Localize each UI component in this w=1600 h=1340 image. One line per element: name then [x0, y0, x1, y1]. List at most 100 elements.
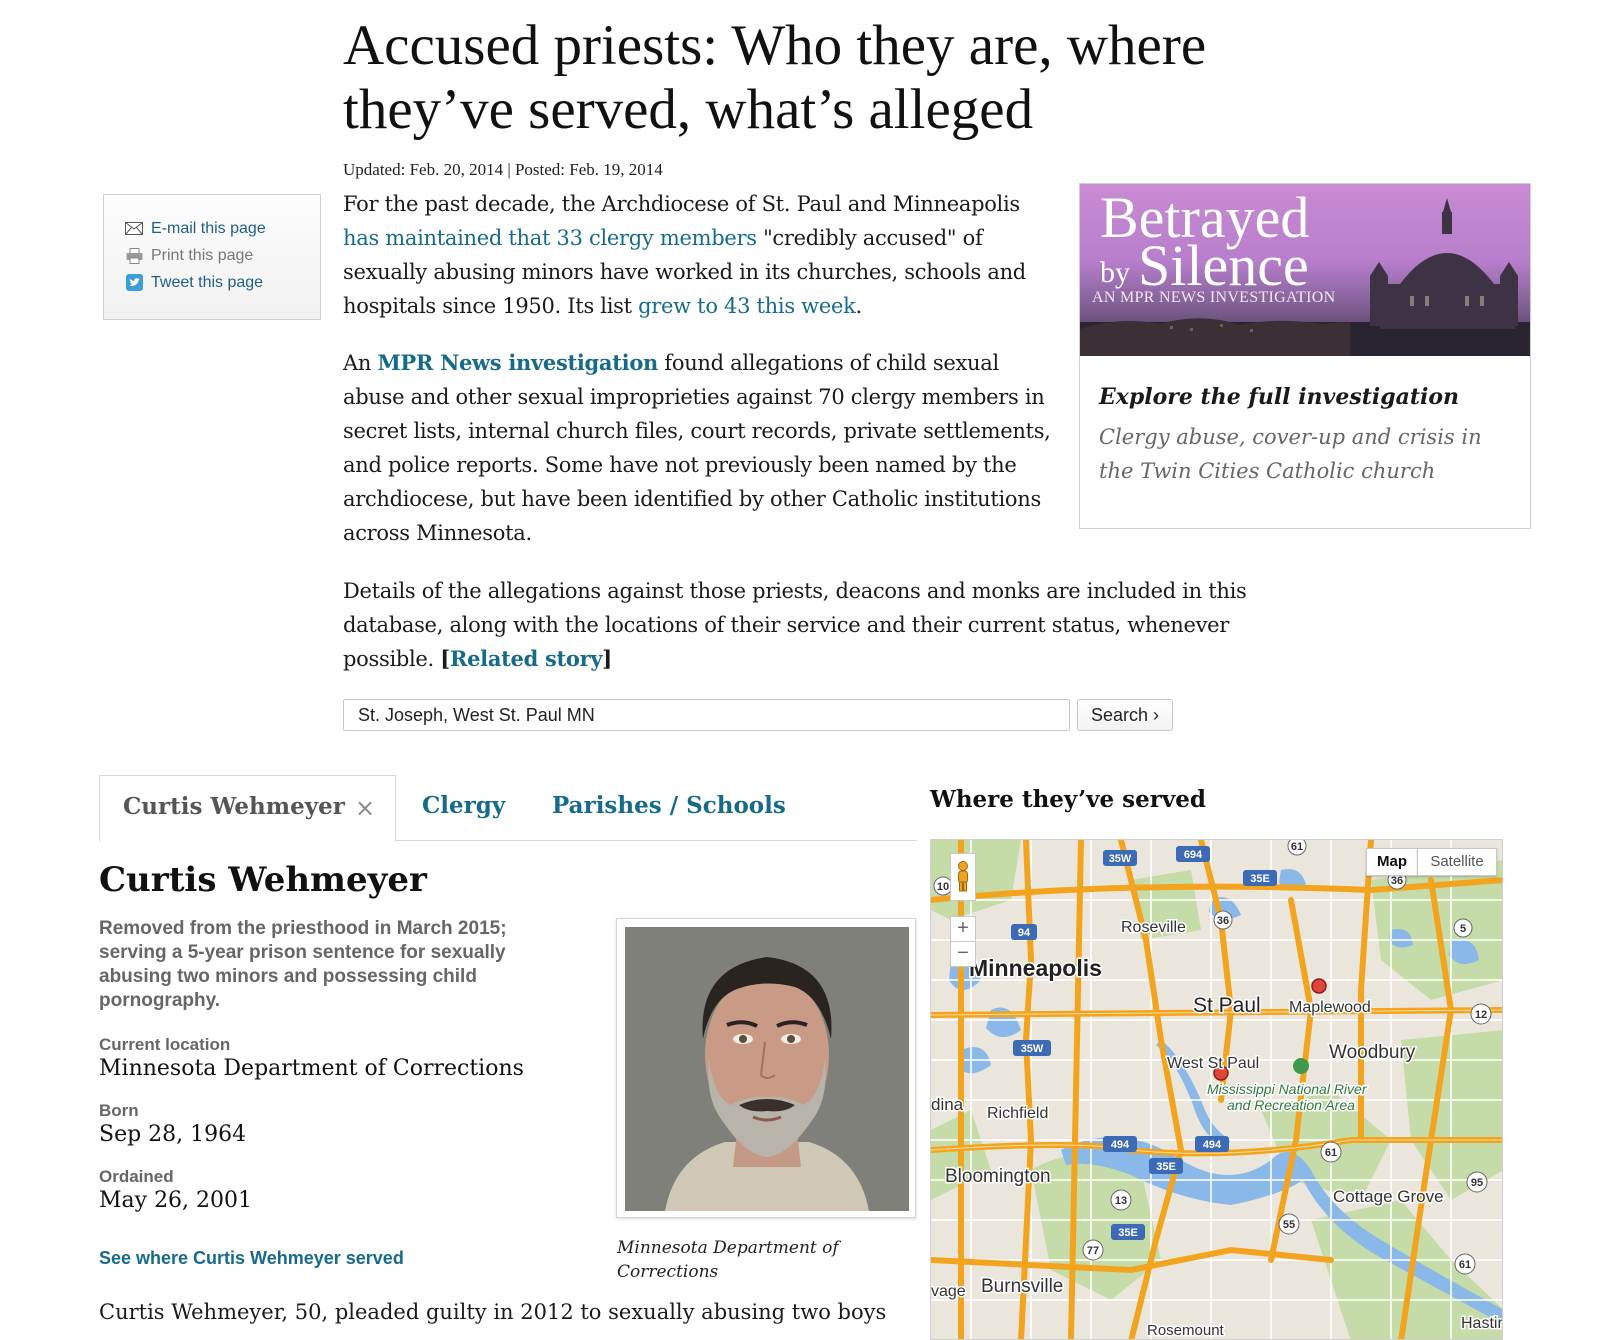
related-story-link[interactable]: Related story: [450, 646, 603, 671]
highway-shield-label: 5: [1460, 923, 1466, 935]
investigation-promo[interactable]: Betrayed by Silence AN MPR NEWS INVESTIG…: [1079, 183, 1531, 529]
service-map[interactable]: 35W 694 35E 94 35W 494 35E 494 35E 61 36…: [930, 839, 1503, 1340]
place-label: Roseville: [1121, 919, 1186, 936]
mpr-investigation-link[interactable]: MPR News investigation: [377, 350, 658, 375]
print-page-link[interactable]: Print this page: [151, 247, 253, 265]
highway-shield-label: 55: [1283, 1219, 1295, 1231]
highway-shield: 94: [1011, 924, 1037, 940]
envelope-icon: [124, 221, 144, 237]
promo-title-by: by: [1100, 256, 1130, 289]
share-box: E-mail this page Print this page Tweet t…: [103, 194, 321, 320]
place-label: Richfield: [987, 1105, 1048, 1122]
highway-shield-label: 61: [1325, 1147, 1337, 1159]
page-headline: Accused priests: Who they are, where the…: [343, 14, 1207, 141]
highway-shield-label: 35E: [1250, 873, 1270, 885]
place-label: Bloomington: [945, 1166, 1051, 1187]
tweet-share-row[interactable]: Tweet this page: [124, 269, 320, 296]
place-label: Burnsville: [981, 1276, 1063, 1297]
highway-shield-label: 35W: [1109, 853, 1132, 865]
photo-caption: Minnesota Department of Corrections: [617, 1238, 839, 1282]
tweet-page-link[interactable]: Tweet this page: [151, 274, 263, 292]
promo-banner[interactable]: Betrayed by Silence AN MPR NEWS INVESTIG…: [1080, 184, 1530, 356]
highway-shield-label: 36: [1217, 915, 1229, 927]
current-location-label: Current location: [99, 1035, 231, 1054]
born-label: Born: [99, 1101, 139, 1120]
bracket: [: [440, 646, 450, 671]
highway-shield-label: 36: [1391, 875, 1403, 887]
highway-shield: 694: [1176, 846, 1210, 862]
highway-shield-label: 35E: [1118, 1227, 1138, 1239]
highway-shield: 61: [1320, 1141, 1342, 1163]
highway-shield: 494: [1195, 1136, 1229, 1152]
place-label: dina: [931, 1095, 964, 1114]
map-view-button[interactable]: Map: [1366, 848, 1418, 876]
map-canvas[interactable]: 35W 694 35E 94 35W 494 35E 494 35E 61 36…: [931, 840, 1503, 1340]
email-page-link[interactable]: E-mail this page: [151, 220, 266, 238]
place-label: Mississippi National River: [1207, 1081, 1368, 1097]
highway-shield: 55: [1278, 1213, 1300, 1235]
ordained-value: May 26, 2001: [99, 1188, 253, 1213]
highway-shield-label: 35E: [1156, 1161, 1176, 1173]
highway-shield-label: 13: [1115, 1195, 1127, 1207]
intro-paragraph-2: An MPR News investigation found allegati…: [343, 346, 1063, 550]
highway-shield: 35E: [1149, 1158, 1183, 1174]
highway-shield: 5: [1453, 918, 1473, 938]
search-input[interactable]: [343, 699, 1070, 731]
map-marker-1[interactable]: [1311, 978, 1327, 994]
highway-shield: 35W: [1013, 1040, 1051, 1056]
person-name: Curtis Wehmeyer: [99, 860, 427, 900]
promo-subtitle: AN MPR NEWS INVESTIGATION: [1092, 289, 1336, 306]
highway-shield: 35E: [1243, 870, 1277, 886]
email-share-row[interactable]: E-mail this page: [124, 215, 320, 242]
highway-shield-label: 94: [1018, 927, 1031, 939]
mugshot-photo: [625, 927, 909, 1211]
highway-shield: 61: [1454, 1253, 1476, 1275]
see-where-served-link[interactable]: See where Curtis Wehmeyer served: [99, 1248, 404, 1269]
current-location-value: Minnesota Department of Corrections: [99, 1056, 524, 1081]
place-label: Minneapolis: [969, 955, 1102, 981]
grew-to-43-link[interactable]: grew to 43 this week: [638, 294, 856, 318]
highway-shield-label: 61: [1291, 841, 1303, 853]
highway-shield: 494: [1103, 1136, 1137, 1152]
photo-frame: [616, 918, 916, 1218]
highway-shield-label: 10: [937, 881, 949, 893]
bracket: ]: [602, 646, 612, 671]
intro-text: For the past decade, the Archdiocese of …: [343, 192, 1020, 216]
map-heading: Where they’ve served: [930, 786, 1206, 813]
place-label: and Recreation Area: [1227, 1097, 1355, 1113]
intro-paragraph-3: Details of the allegations against those…: [343, 574, 1273, 676]
promo-description: Clergy abuse, cover-up and crisis in the…: [1099, 425, 1482, 483]
place-label: Maplewood: [1289, 999, 1371, 1016]
tab-parishes-schools[interactable]: Parishes / Schools: [552, 775, 786, 841]
highway-shield-label: 694: [1184, 849, 1203, 861]
ordained-label: Ordained: [99, 1167, 174, 1186]
tab-clergy[interactable]: Clergy: [422, 775, 505, 841]
highway-shield-label: 77: [1087, 1245, 1099, 1257]
park-icon: [1293, 1058, 1309, 1074]
printer-icon: [124, 247, 144, 264]
place-label: Rosemount: [1147, 1322, 1225, 1339]
highway-shield: 35W: [1103, 850, 1137, 866]
highway-shield: 35E: [1111, 1224, 1145, 1240]
zoom-in-button[interactable]: +: [950, 916, 976, 942]
highway-shield: 95: [1466, 1171, 1488, 1193]
close-icon[interactable]: ×: [355, 777, 375, 839]
highway-shield-label: 12: [1475, 1009, 1487, 1021]
promo-heading[interactable]: Explore the full investigation: [1099, 384, 1459, 410]
place-label: vage: [931, 1283, 966, 1300]
tab-curtis-wehmeyer[interactable]: Curtis Wehmeyer ×: [99, 775, 396, 842]
highway-shield-label: 61: [1459, 1259, 1471, 1271]
bio-paragraph: Curtis Wehmeyer, 50, pleaded guilty in 2…: [99, 1300, 887, 1324]
highway-shield-label: 494: [1203, 1139, 1222, 1151]
tab-bar: Curtis Wehmeyer × Clergy Parishes / Scho…: [99, 775, 917, 842]
search-button[interactable]: Search ›: [1077, 699, 1173, 731]
tab-label: Curtis Wehmeyer: [123, 793, 345, 820]
place-label: Cottage Grove: [1333, 1187, 1444, 1206]
print-share-row[interactable]: Print this page: [124, 242, 320, 269]
highway-shield: 77: [1082, 1239, 1104, 1261]
maintained-33-link[interactable]: has maintained that 33 clergy members: [343, 226, 757, 250]
place-label: Woodbury: [1329, 1042, 1416, 1063]
satellite-view-button[interactable]: Satellite: [1417, 848, 1497, 876]
street-view-pegman-icon[interactable]: [950, 853, 976, 901]
zoom-out-button[interactable]: −: [950, 941, 976, 967]
